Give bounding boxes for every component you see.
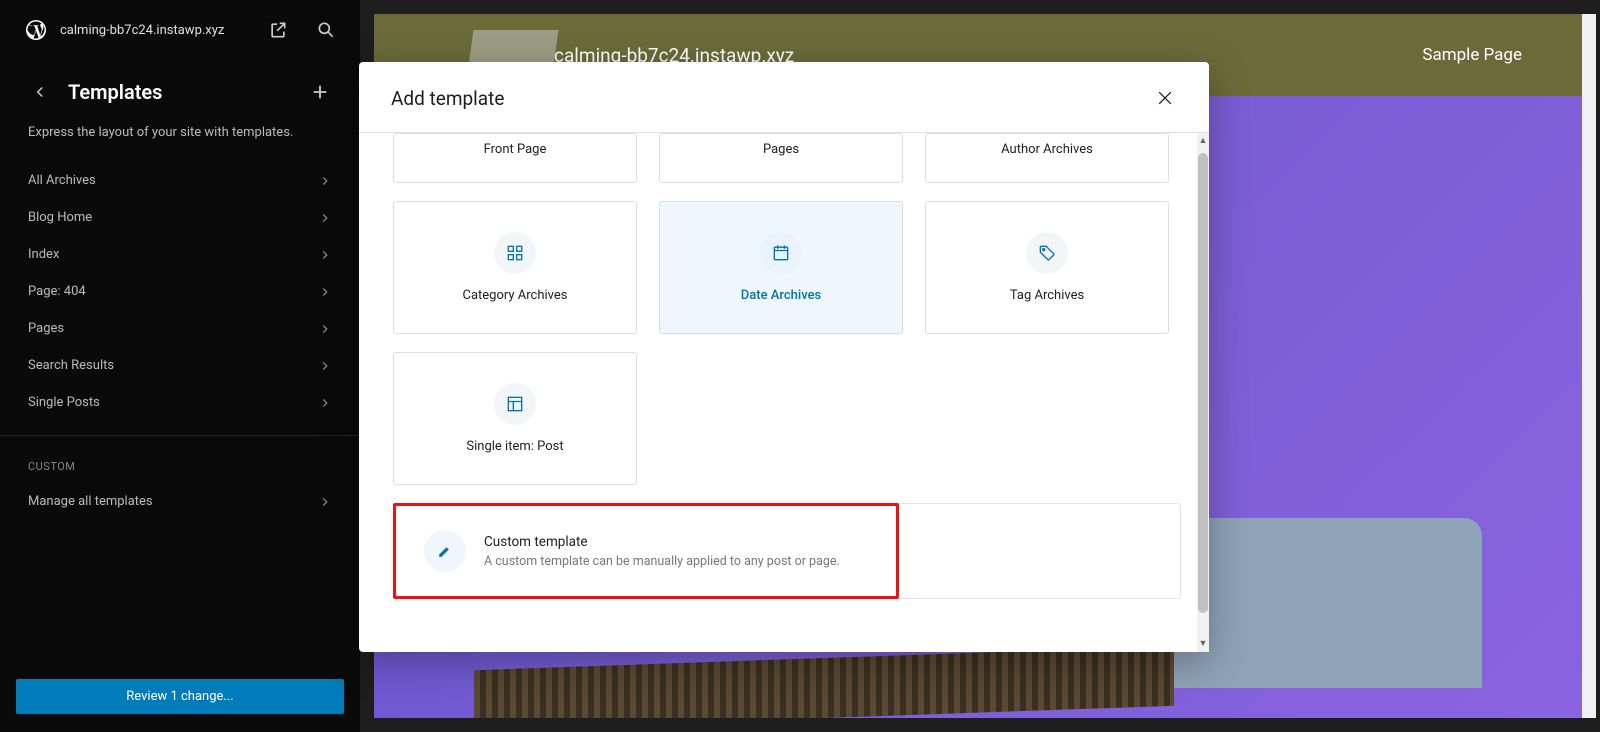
- custom-template-button[interactable]: Custom template A custom template can be…: [393, 503, 899, 599]
- close-button[interactable]: [1151, 84, 1179, 112]
- modal-title: Add template: [391, 87, 504, 110]
- add-template-modal: Add template Front Page Pages Author Arc…: [359, 62, 1209, 652]
- template-card-label: Single item: Post: [466, 439, 563, 454]
- template-card-category-archives[interactable]: Category Archives: [393, 201, 637, 334]
- custom-template-desc: A custom template can be manually applie…: [484, 554, 840, 569]
- template-card-pages[interactable]: Pages: [659, 133, 903, 183]
- scroll-down-arrow-icon[interactable]: ▼: [1197, 638, 1209, 650]
- tag-icon: [1026, 232, 1068, 274]
- template-card-tag-archives[interactable]: Tag Archives: [925, 201, 1169, 334]
- template-card-label: Tag Archives: [1010, 288, 1084, 303]
- template-card-label: Pages: [763, 142, 799, 157]
- template-card-single-post[interactable]: Single item: Post: [393, 352, 637, 485]
- calendar-icon: [760, 232, 802, 274]
- template-card-author-archives[interactable]: Author Archives: [925, 133, 1169, 183]
- template-card-front-page[interactable]: Front Page: [393, 133, 637, 183]
- close-icon: [1155, 88, 1175, 108]
- template-card-label: Date Archives: [741, 288, 821, 303]
- template-card-date-archives[interactable]: Date Archives: [659, 201, 903, 334]
- layout-icon: [494, 383, 536, 425]
- custom-template-row: Custom template A custom template can be…: [393, 503, 1181, 599]
- modal-header: Add template: [359, 62, 1209, 133]
- modal-scrollbar[interactable]: ▲ ▼: [1197, 133, 1209, 652]
- custom-template-text: Custom template A custom template can be…: [484, 534, 840, 569]
- scroll-thumb[interactable]: [1198, 153, 1208, 613]
- template-card-label: Front Page: [484, 142, 547, 157]
- modal-body: Front Page Pages Author Archives Categor…: [359, 133, 1209, 652]
- template-card-label: Category Archives: [463, 288, 568, 303]
- custom-template-title: Custom template: [484, 534, 840, 550]
- template-card-label: Author Archives: [1001, 142, 1093, 157]
- scroll-up-arrow-icon[interactable]: ▲: [1197, 135, 1209, 147]
- grid-icon: [494, 232, 536, 274]
- template-grid: Front Page Pages Author Archives Categor…: [393, 133, 1181, 485]
- pencil-icon: [424, 530, 466, 572]
